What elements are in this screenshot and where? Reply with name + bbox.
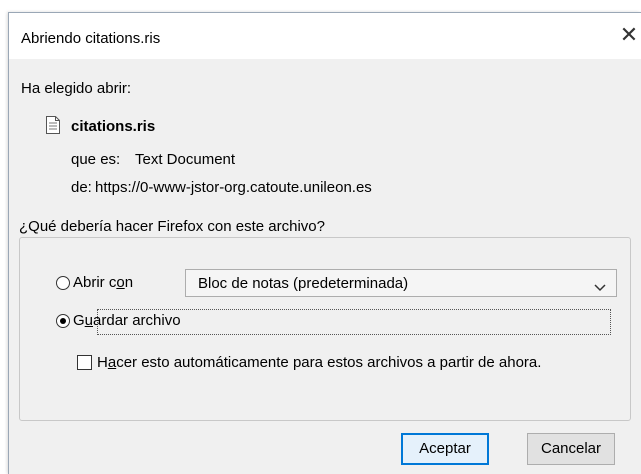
type-label: que es: [71,151,121,168]
open-with-select[interactable]: Bloc de notas (predeterminada) [185,269,617,297]
type-value: Text Document [135,151,236,168]
action-legend: ¿Qué debería hacer Firefox con este arch… [17,218,329,235]
cancel-button[interactable]: Cancelar [527,433,615,465]
open-with-radio[interactable] [56,276,70,290]
save-file-radio[interactable] [56,314,70,328]
auto-checkbox-label[interactable]: Hacer esto automáticamente para estos ar… [97,354,541,371]
title-bar: Abriendo citations.ris ✕ [9,13,641,59]
intro-text: Ha elegido abrir: [21,80,132,97]
source-url: https://0-www-jstor-org.catoute.unileon.… [95,179,372,196]
close-icon[interactable]: ✕ [617,21,641,51]
download-dialog: Abriendo citations.ris ✕ Ha elegido abri… [8,12,641,474]
dialog-title: Abriendo citations.ris [21,30,161,47]
open-with-app: Bloc de notas (predeterminada) [198,275,409,292]
document-icon [46,116,60,139]
open-with-label[interactable]: Abrir con [73,274,133,291]
source-label: de: [71,179,92,196]
auto-checkbox[interactable] [77,355,92,370]
chevron-down-icon [594,279,606,297]
file-name: citations.ris [71,118,156,135]
accept-button[interactable]: Aceptar [401,433,489,465]
save-file-label[interactable]: Guardar archivo [73,312,181,329]
